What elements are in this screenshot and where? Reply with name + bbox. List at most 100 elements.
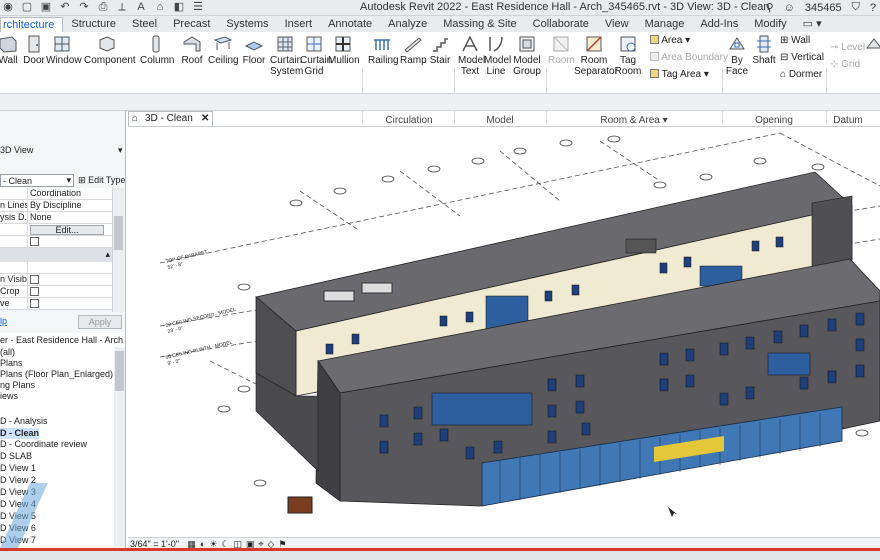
help-icon[interactable]: ? xyxy=(870,2,876,14)
user-icon[interactable]: ☺ xyxy=(784,2,795,14)
level-label: TOP OF PARAPET xyxy=(165,249,208,264)
project-browser: er - East Residence Hall - Arch... (all)… xyxy=(0,333,126,548)
browser-item[interactable]: (all) xyxy=(0,347,15,358)
search-icon[interactable]: ⚲ xyxy=(766,1,774,14)
tab-collaborate[interactable]: Collaborate xyxy=(525,17,597,32)
edit-button[interactable]: Edit... xyxy=(30,225,104,235)
text-icon[interactable]: A xyxy=(135,1,147,13)
measure-icon[interactable]: ⟂ xyxy=(116,1,128,13)
cursor-icon xyxy=(668,507,678,517)
vertical-opening-icon: ⊟ xyxy=(780,52,789,63)
component-icon xyxy=(99,36,115,52)
type-selector[interactable]: 3D View ▾ xyxy=(0,145,123,155)
scroll-thumb[interactable] xyxy=(114,216,123,250)
tab-add-ins[interactable]: Add-Ins xyxy=(692,17,746,32)
close-icon[interactable]: ✕ xyxy=(201,112,209,126)
scroll-thumb[interactable] xyxy=(115,351,124,391)
view-tab-3d-clean[interactable]: ⌂ 3D - Clean ✕ xyxy=(128,111,213,126)
ceiling-button[interactable]: Ceiling xyxy=(208,34,239,66)
properties-scrollbar[interactable] xyxy=(112,188,124,312)
mullion-button[interactable]: Mullion xyxy=(328,34,360,66)
vertical-opening-button[interactable]: ⊟ Vertical xyxy=(780,52,824,63)
3d-view-canvas[interactable]: TOP OF PARAPET 52' - 8" 02 CEILING SECON… xyxy=(128,126,880,537)
instance-dropdown[interactable]: - Clean ▾ xyxy=(0,174,74,187)
railing-button[interactable]: Railing xyxy=(368,34,399,66)
column-button[interactable]: Column xyxy=(140,34,174,66)
tag-room-button[interactable]: Tag Room xyxy=(614,34,642,77)
curtain-system-button[interactable]: Curtain System xyxy=(270,34,303,77)
checkbox[interactable] xyxy=(30,299,39,308)
tab-options-dropdown[interactable]: ▭ ▾ xyxy=(795,17,830,32)
collapse-icon: ▴ xyxy=(105,249,110,259)
print-icon[interactable]: ⎙ xyxy=(97,1,109,13)
tab-modify[interactable]: Modify xyxy=(746,17,794,32)
model-line-button[interactable]: Model Line xyxy=(484,34,511,77)
properties-help-link[interactable]: lp xyxy=(0,316,7,326)
ramp-button[interactable]: Ramp xyxy=(400,34,427,66)
browser-item[interactable]: Plans (Floor Plan_Enlarged) xyxy=(0,369,113,380)
browser-item[interactable]: ng Plans xyxy=(0,380,35,391)
dormer-button[interactable]: ⌂ Dormer xyxy=(780,69,822,80)
quick-access-toolbar: ◉ ▢ ▣ ↶ ↷ ⎙ ⟂ A ⌂ ◧ ☰ xyxy=(2,1,204,13)
revit-logo-icon[interactable]: ◉ xyxy=(2,1,14,13)
tab-analyze[interactable]: Analyze xyxy=(380,17,435,32)
browser-item[interactable]: D - Analysis xyxy=(0,416,48,427)
room-icon xyxy=(553,36,569,52)
area-boundary-button[interactable]: Area Boundary xyxy=(650,52,728,63)
room-button[interactable]: Room xyxy=(548,34,575,66)
floor-button[interactable]: Floor xyxy=(240,34,268,66)
wall-opening-button[interactable]: ⊞ Wall xyxy=(780,35,810,46)
brown-box xyxy=(287,496,313,514)
tab-view[interactable]: View xyxy=(597,17,637,32)
tab-systems[interactable]: Systems xyxy=(218,17,276,32)
tab-massing-site[interactable]: Massing & Site xyxy=(435,17,524,32)
undo-icon[interactable]: ↶ xyxy=(59,1,71,13)
tag-area-button[interactable]: Tag Area ▾ xyxy=(650,69,709,80)
save-icon[interactable]: ▣ xyxy=(40,1,52,13)
thin-lines-icon[interactable]: ☰ xyxy=(192,1,204,13)
open-icon[interactable]: ▢ xyxy=(21,1,33,13)
tab-architecture[interactable]: rchitecture xyxy=(0,17,64,32)
set-button[interactable] xyxy=(864,34,880,55)
room-area-panel-label[interactable]: Room & Area ▾ xyxy=(546,115,722,126)
tab-insert[interactable]: Insert xyxy=(277,17,321,32)
checkbox[interactable] xyxy=(30,275,39,284)
area-button[interactable]: Area ▾ xyxy=(650,35,690,46)
component-button[interactable]: Component xyxy=(84,34,136,66)
tab-steel[interactable]: Steel xyxy=(124,17,165,32)
checkbox[interactable] xyxy=(30,287,39,296)
grid-button[interactable]: ⊹ Grid xyxy=(830,59,860,70)
model-text-button[interactable]: Model Text xyxy=(458,34,485,77)
room-separator-button[interactable]: Room Separator xyxy=(574,34,618,77)
window-button[interactable]: Window xyxy=(46,34,82,66)
browser-item[interactable]: Plans xyxy=(0,358,23,369)
stair-button[interactable]: Stair xyxy=(428,34,452,66)
redo-icon[interactable]: ↷ xyxy=(78,1,90,13)
cart-icon[interactable]: ⛉ xyxy=(852,1,860,14)
by-face-button[interactable]: By Face xyxy=(724,34,750,77)
browser-item[interactable]: iews xyxy=(0,391,18,402)
section-header[interactable]: ▴ xyxy=(0,248,112,262)
door-button[interactable]: Door xyxy=(22,34,46,66)
model-group-button[interactable]: Model Group xyxy=(512,34,542,77)
user-id[interactable]: 345465 xyxy=(805,2,842,14)
browser-item[interactable]: D - Coordinate review xyxy=(0,439,87,450)
browser-item-selected[interactable]: D - Clean xyxy=(0,428,40,439)
tab-structure[interactable]: Structure xyxy=(63,17,124,32)
apply-button[interactable]: Apply xyxy=(78,315,122,329)
tab-manage[interactable]: Manage xyxy=(637,17,693,32)
watermark-logo xyxy=(0,483,48,548)
roof-button[interactable]: Roof xyxy=(178,34,206,66)
rooftop-unit xyxy=(323,290,355,302)
shaft-button[interactable]: Shaft xyxy=(752,34,776,66)
edit-type-button[interactable]: ⊞ Edit Type xyxy=(78,175,125,186)
section-icon[interactable]: ◧ xyxy=(173,1,185,13)
browser-scrollbar[interactable] xyxy=(114,347,125,547)
tab-precast[interactable]: Precast xyxy=(165,17,218,32)
tab-annotate[interactable]: Annotate xyxy=(320,17,380,32)
level-button[interactable]: ⊸ Level xyxy=(830,42,865,53)
3d-view-icon[interactable]: ⌂ xyxy=(154,1,166,13)
checkbox[interactable] xyxy=(30,237,39,246)
wall-button[interactable]: Wall xyxy=(0,34,20,66)
curtain-grid-button[interactable]: Curtain Grid xyxy=(300,34,332,77)
